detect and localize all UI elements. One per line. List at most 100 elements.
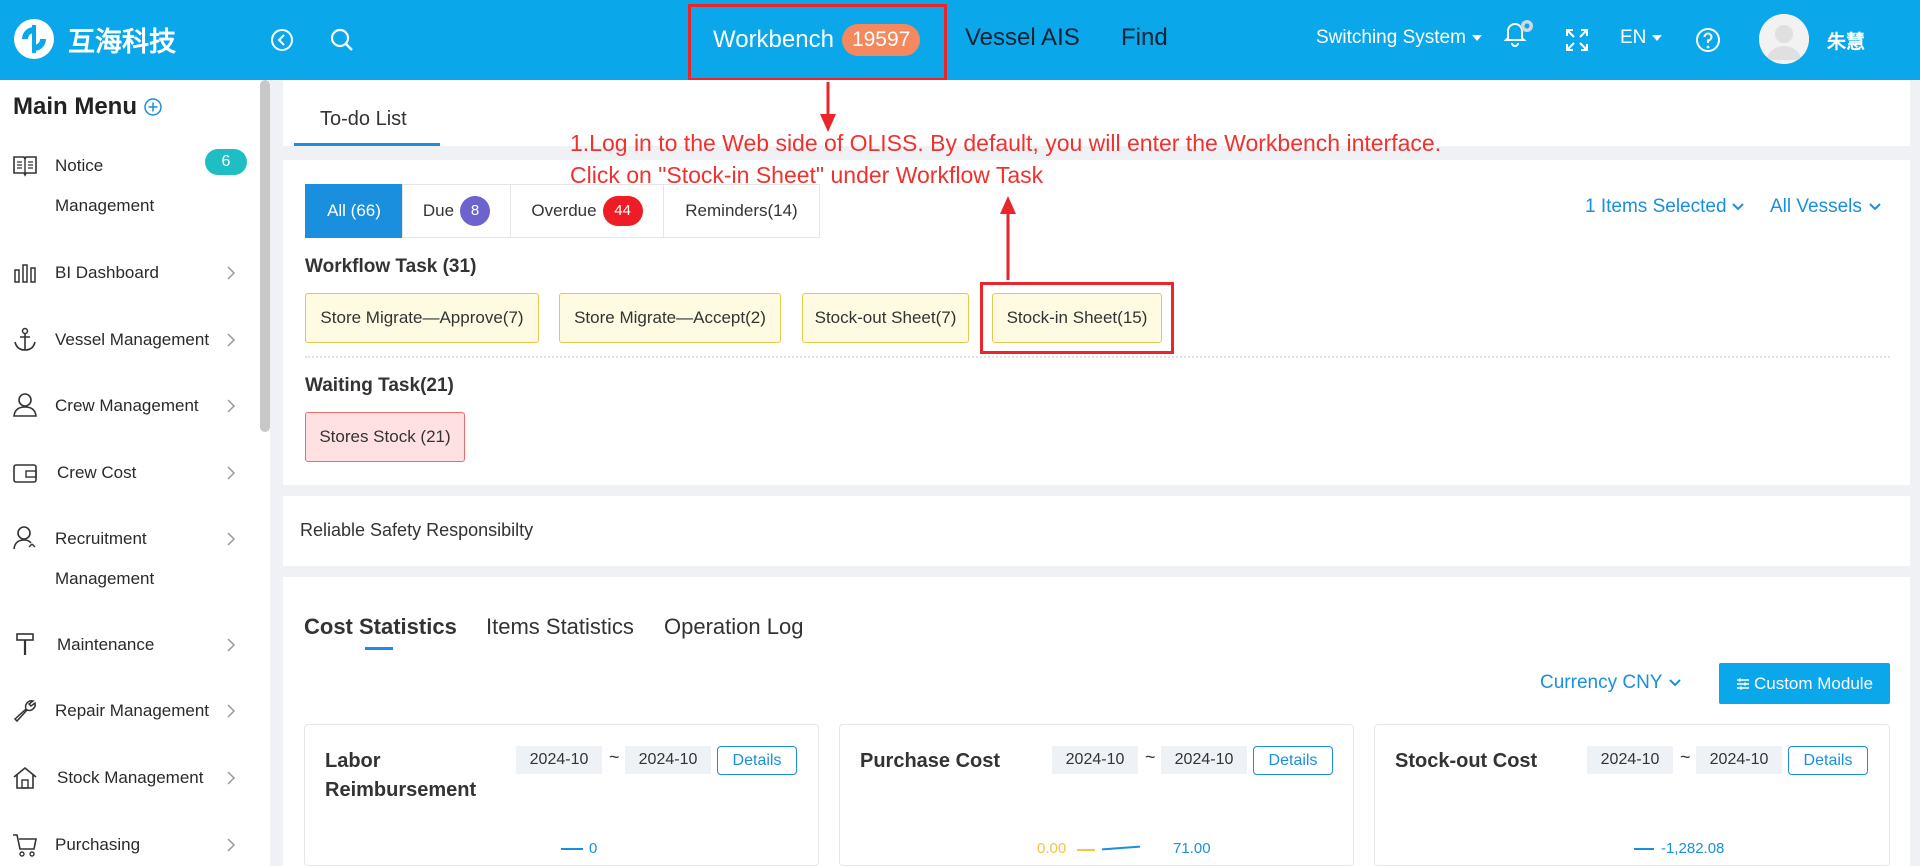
task-store-migrate-approve[interactable]: Store Migrate—Approve(7)	[305, 293, 539, 343]
help-icon[interactable]	[1692, 24, 1724, 56]
fullscreen-icon[interactable]	[1561, 24, 1593, 56]
avatar[interactable]	[1759, 14, 1809, 64]
sidebar-item-label: Crew Cost	[57, 463, 137, 482]
nav-find[interactable]: Find	[1121, 24, 1168, 52]
sidebar-item-repair-management[interactable]: Repair Management	[0, 691, 255, 731]
user-icon	[13, 393, 37, 417]
sidebar-item-bi-dashboard[interactable]: BI Dashboard	[0, 253, 255, 293]
date-to-field[interactable]: 2024-10	[625, 746, 711, 774]
details-button[interactable]: Details	[717, 746, 797, 775]
details-button[interactable]: Details	[1788, 746, 1868, 775]
card-title: Stock-out Cost	[1395, 750, 1538, 772]
section-divider	[305, 356, 1890, 358]
chart-line	[1634, 848, 1654, 850]
overdue-count-badge: 44	[602, 196, 643, 226]
slogan-panel: Reliable Safety Responsibilty	[283, 496, 1910, 566]
filter-overdue-tab[interactable]: Overdue 44	[510, 184, 664, 238]
date-from-field[interactable]: 2024-10	[1052, 746, 1138, 774]
tab-items-statistics[interactable]: Items Statistics	[486, 614, 634, 640]
items-selected-dropdown[interactable]: 1 Items Selected	[1585, 196, 1745, 218]
language-dropdown[interactable]: EN	[1620, 27, 1663, 49]
waiting-task-title: Waiting Task(21)	[305, 375, 454, 396]
back-icon[interactable]	[266, 24, 298, 56]
anchor-icon	[14, 327, 36, 351]
sidebar-scrollbar[interactable]	[260, 80, 270, 432]
sidebar-item-label: Crew Management	[55, 396, 199, 415]
sidebar-item-recruitment-management[interactable]: Recruitment Management	[0, 519, 255, 599]
add-circle-icon[interactable]	[143, 97, 163, 117]
currency-label: Currency CNY	[1540, 672, 1663, 693]
home-icon	[13, 766, 37, 789]
sidebar-item-crew-management[interactable]: Crew Management	[0, 386, 255, 426]
bar-chart-icon	[14, 264, 36, 283]
tab-operation-log[interactable]: Operation Log	[664, 614, 803, 640]
custom-module-label: Custom Module	[1753, 673, 1874, 693]
custom-module-button[interactable]: Custom Module	[1719, 663, 1890, 704]
username[interactable]: 朱慧	[1827, 27, 1865, 54]
chevron-right-icon	[227, 638, 236, 652]
slogan-text: Reliable Safety Responsibilty	[300, 520, 534, 540]
caret-down-icon	[1471, 35, 1482, 41]
chart-value: 0.00	[1037, 840, 1067, 857]
filter-reminders-tab[interactable]: Reminders(14)	[663, 184, 820, 238]
chevron-right-icon	[227, 771, 236, 785]
filter-all-tab[interactable]: All (66)	[305, 184, 403, 238]
chart-line	[1077, 849, 1095, 851]
card-title: Purchase Cost	[860, 750, 1001, 772]
sidebar-item-label: Repair Management	[55, 701, 210, 720]
switching-system-label: Switching System	[1316, 27, 1466, 48]
chevron-right-icon	[227, 399, 236, 413]
sidebar-item-crew-cost[interactable]: Crew Cost	[0, 453, 255, 493]
workflow-task-title: Workflow Task (31)	[305, 256, 477, 277]
highlight-stock-in-box	[980, 282, 1174, 354]
wallet-icon	[13, 464, 37, 483]
filter-due-tab[interactable]: Due 8	[402, 184, 511, 238]
hammer-icon	[16, 633, 34, 655]
sidebar-item-vessel-management[interactable]: Vessel Management	[0, 320, 255, 360]
chart-value: 71.00	[1173, 840, 1211, 857]
stat-card-stock-out-cost: Stock-out Cost 2024-10 ~ 2024-10 Details…	[1374, 724, 1890, 866]
sidebar-item-stock-management[interactable]: Stock Management	[0, 758, 255, 798]
card-title: Labor Reimbursement	[325, 750, 477, 801]
date-from-field[interactable]: 2024-10	[516, 746, 602, 774]
active-tab-indicator	[365, 647, 393, 650]
annotation-arrow-up	[820, 82, 836, 132]
date-to-field[interactable]: 2024-10	[1161, 746, 1247, 774]
main-menu-title: Main Menu	[13, 93, 163, 121]
all-vessels-label: All Vessels	[1770, 196, 1862, 217]
sidebar-item-label-line2: Management	[55, 196, 155, 215]
sidebar-item-purchasing[interactable]: Purchasing	[0, 825, 255, 865]
tab-cost-statistics[interactable]: Cost Statistics	[304, 614, 457, 640]
bell-icon[interactable]	[1500, 18, 1542, 50]
sidebar-item-label: Notice	[55, 156, 104, 175]
todo-list-tab[interactable]: To-do List	[320, 108, 407, 131]
search-icon[interactable]	[326, 24, 358, 56]
filter-all-label: All (66)	[327, 201, 381, 220]
chevron-right-icon	[227, 333, 236, 347]
logo[interactable]: 互海科技	[12, 17, 176, 61]
cart-icon	[13, 834, 37, 857]
book-icon	[13, 156, 37, 177]
main-menu-label: Main Menu	[13, 93, 137, 120]
date-to-field[interactable]: 2024-10	[1696, 746, 1782, 774]
chevron-down-icon	[1869, 203, 1881, 211]
details-button[interactable]: Details	[1253, 746, 1333, 775]
filter-overdue-label: Overdue	[531, 201, 597, 220]
notice-count-badge: 6	[205, 149, 247, 175]
stat-card-purchase-cost: Purchase Cost 2024-10 ~ 2024-10 Details …	[839, 724, 1354, 866]
date-from-field[interactable]: 2024-10	[1587, 746, 1673, 774]
task-store-migrate-accept[interactable]: Store Migrate—Accept(2)	[559, 293, 781, 343]
chevron-right-icon	[227, 466, 236, 480]
top-bar: 互海科技 Workbench 19597 Vessel AIS Find Swi…	[0, 0, 1920, 80]
task-stores-stock[interactable]: Stores Stock (21)	[305, 412, 465, 462]
all-vessels-dropdown[interactable]: All Vessels	[1770, 196, 1882, 218]
sidebar-item-label: Vessel Management	[55, 330, 210, 349]
switching-system-dropdown[interactable]: Switching System	[1316, 27, 1483, 49]
task-stock-out-sheet[interactable]: Stock-out Sheet(7)	[802, 293, 969, 343]
currency-dropdown[interactable]: Currency CNY	[1540, 672, 1682, 694]
chevron-right-icon	[227, 704, 236, 718]
sidebar-item-label: Stock Management	[57, 768, 204, 787]
sidebar-item-label: Maintenance	[57, 635, 155, 654]
nav-vessel-ais[interactable]: Vessel AIS	[965, 24, 1080, 52]
sidebar-item-maintenance[interactable]: Maintenance	[0, 625, 255, 665]
